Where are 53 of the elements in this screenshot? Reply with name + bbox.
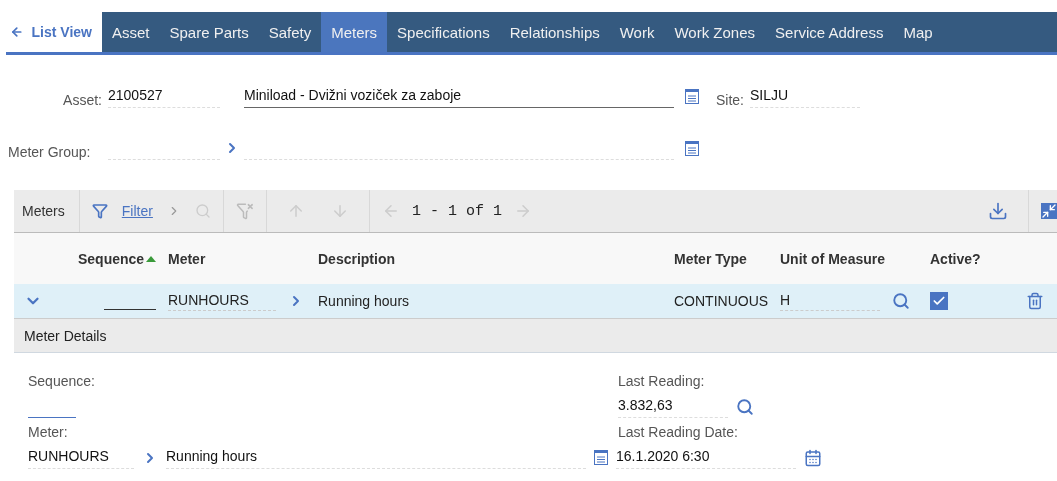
asset-field[interactable]: 2100527: [108, 85, 220, 108]
table-row[interactable]: RUNHOURS Running hours CONTINUOUS H: [14, 284, 1057, 319]
last-reading-date-field[interactable]: 16.1.2020 6:30: [616, 446, 796, 469]
last-reading-field[interactable]: 3.832,63: [618, 395, 728, 418]
table-cell: H: [780, 291, 880, 311]
delete-icon[interactable]: [1026, 292, 1044, 310]
tab[interactable]: Specifications: [387, 12, 500, 52]
column-header[interactable]: Active?: [930, 250, 1010, 267]
checkmark-icon: [932, 294, 946, 308]
tab[interactable]: Map: [893, 12, 943, 52]
table-cell-text: CONTINUOUS: [674, 293, 770, 309]
column-header[interactable]: Meter Type: [674, 250, 780, 267]
tab[interactable]: Service Address: [765, 12, 894, 52]
detail-menu-icon[interactable]: [685, 141, 699, 156]
detail-menu-icon[interactable]: [594, 450, 608, 465]
table-cell: RUNHOURS: [168, 291, 276, 311]
field-label: Meter:: [28, 424, 69, 440]
column-header[interactable]: Description: [318, 250, 674, 267]
tab[interactable]: Spare Parts: [159, 12, 259, 52]
collapse-icon[interactable]: [1041, 203, 1057, 219]
column-header[interactable]: Sequence: [78, 250, 168, 267]
field-label: Sequence:: [28, 373, 96, 389]
tab[interactable]: Safety: [258, 12, 322, 52]
field-label: Site:: [715, 92, 745, 108]
filter-icon[interactable]: [91, 203, 108, 219]
filter-link[interactable]: Filter: [121, 203, 153, 219]
tab[interactable]: Work: [609, 12, 665, 52]
tab[interactable]: Work Zones: [664, 12, 766, 52]
meter-description-field[interactable]: Running hours: [166, 446, 586, 469]
site-field[interactable]: SILJU: [750, 85, 860, 108]
column-header[interactable]: Unit of Measure: [780, 250, 892, 267]
section-header: Meter Details: [14, 319, 1057, 353]
tab[interactable]: Meters: [321, 12, 388, 52]
calendar-icon[interactable]: [804, 448, 822, 467]
checkbox[interactable]: [930, 292, 948, 310]
meter-field[interactable]: RUNHOURS: [28, 446, 134, 469]
search-icon[interactable]: [892, 292, 910, 310]
field-label: Last Reading:: [618, 373, 706, 389]
field-label: Meter Group:: [8, 144, 92, 160]
list-view-link[interactable]: List View: [6, 12, 102, 52]
detail-menu-icon[interactable]: [685, 89, 699, 104]
tab[interactable]: Relationships: [499, 12, 610, 52]
pagination-text: 1 - 1 of 1: [411, 202, 502, 220]
download-icon[interactable]: [988, 201, 1008, 221]
tab[interactable]: Asset: [102, 12, 160, 52]
field-label: Last Reading Date:: [618, 424, 739, 440]
description-field[interactable]: Miniload - Dvižni voziček za zaboje: [244, 85, 674, 108]
table-title: Meters: [14, 190, 80, 232]
column-header[interactable]: Meter: [168, 250, 288, 267]
table-cell-text: Running hours: [318, 293, 411, 309]
search-icon[interactable]: [736, 397, 754, 416]
field-label: Asset:: [62, 92, 103, 108]
sort-ascending-icon: [146, 255, 157, 262]
